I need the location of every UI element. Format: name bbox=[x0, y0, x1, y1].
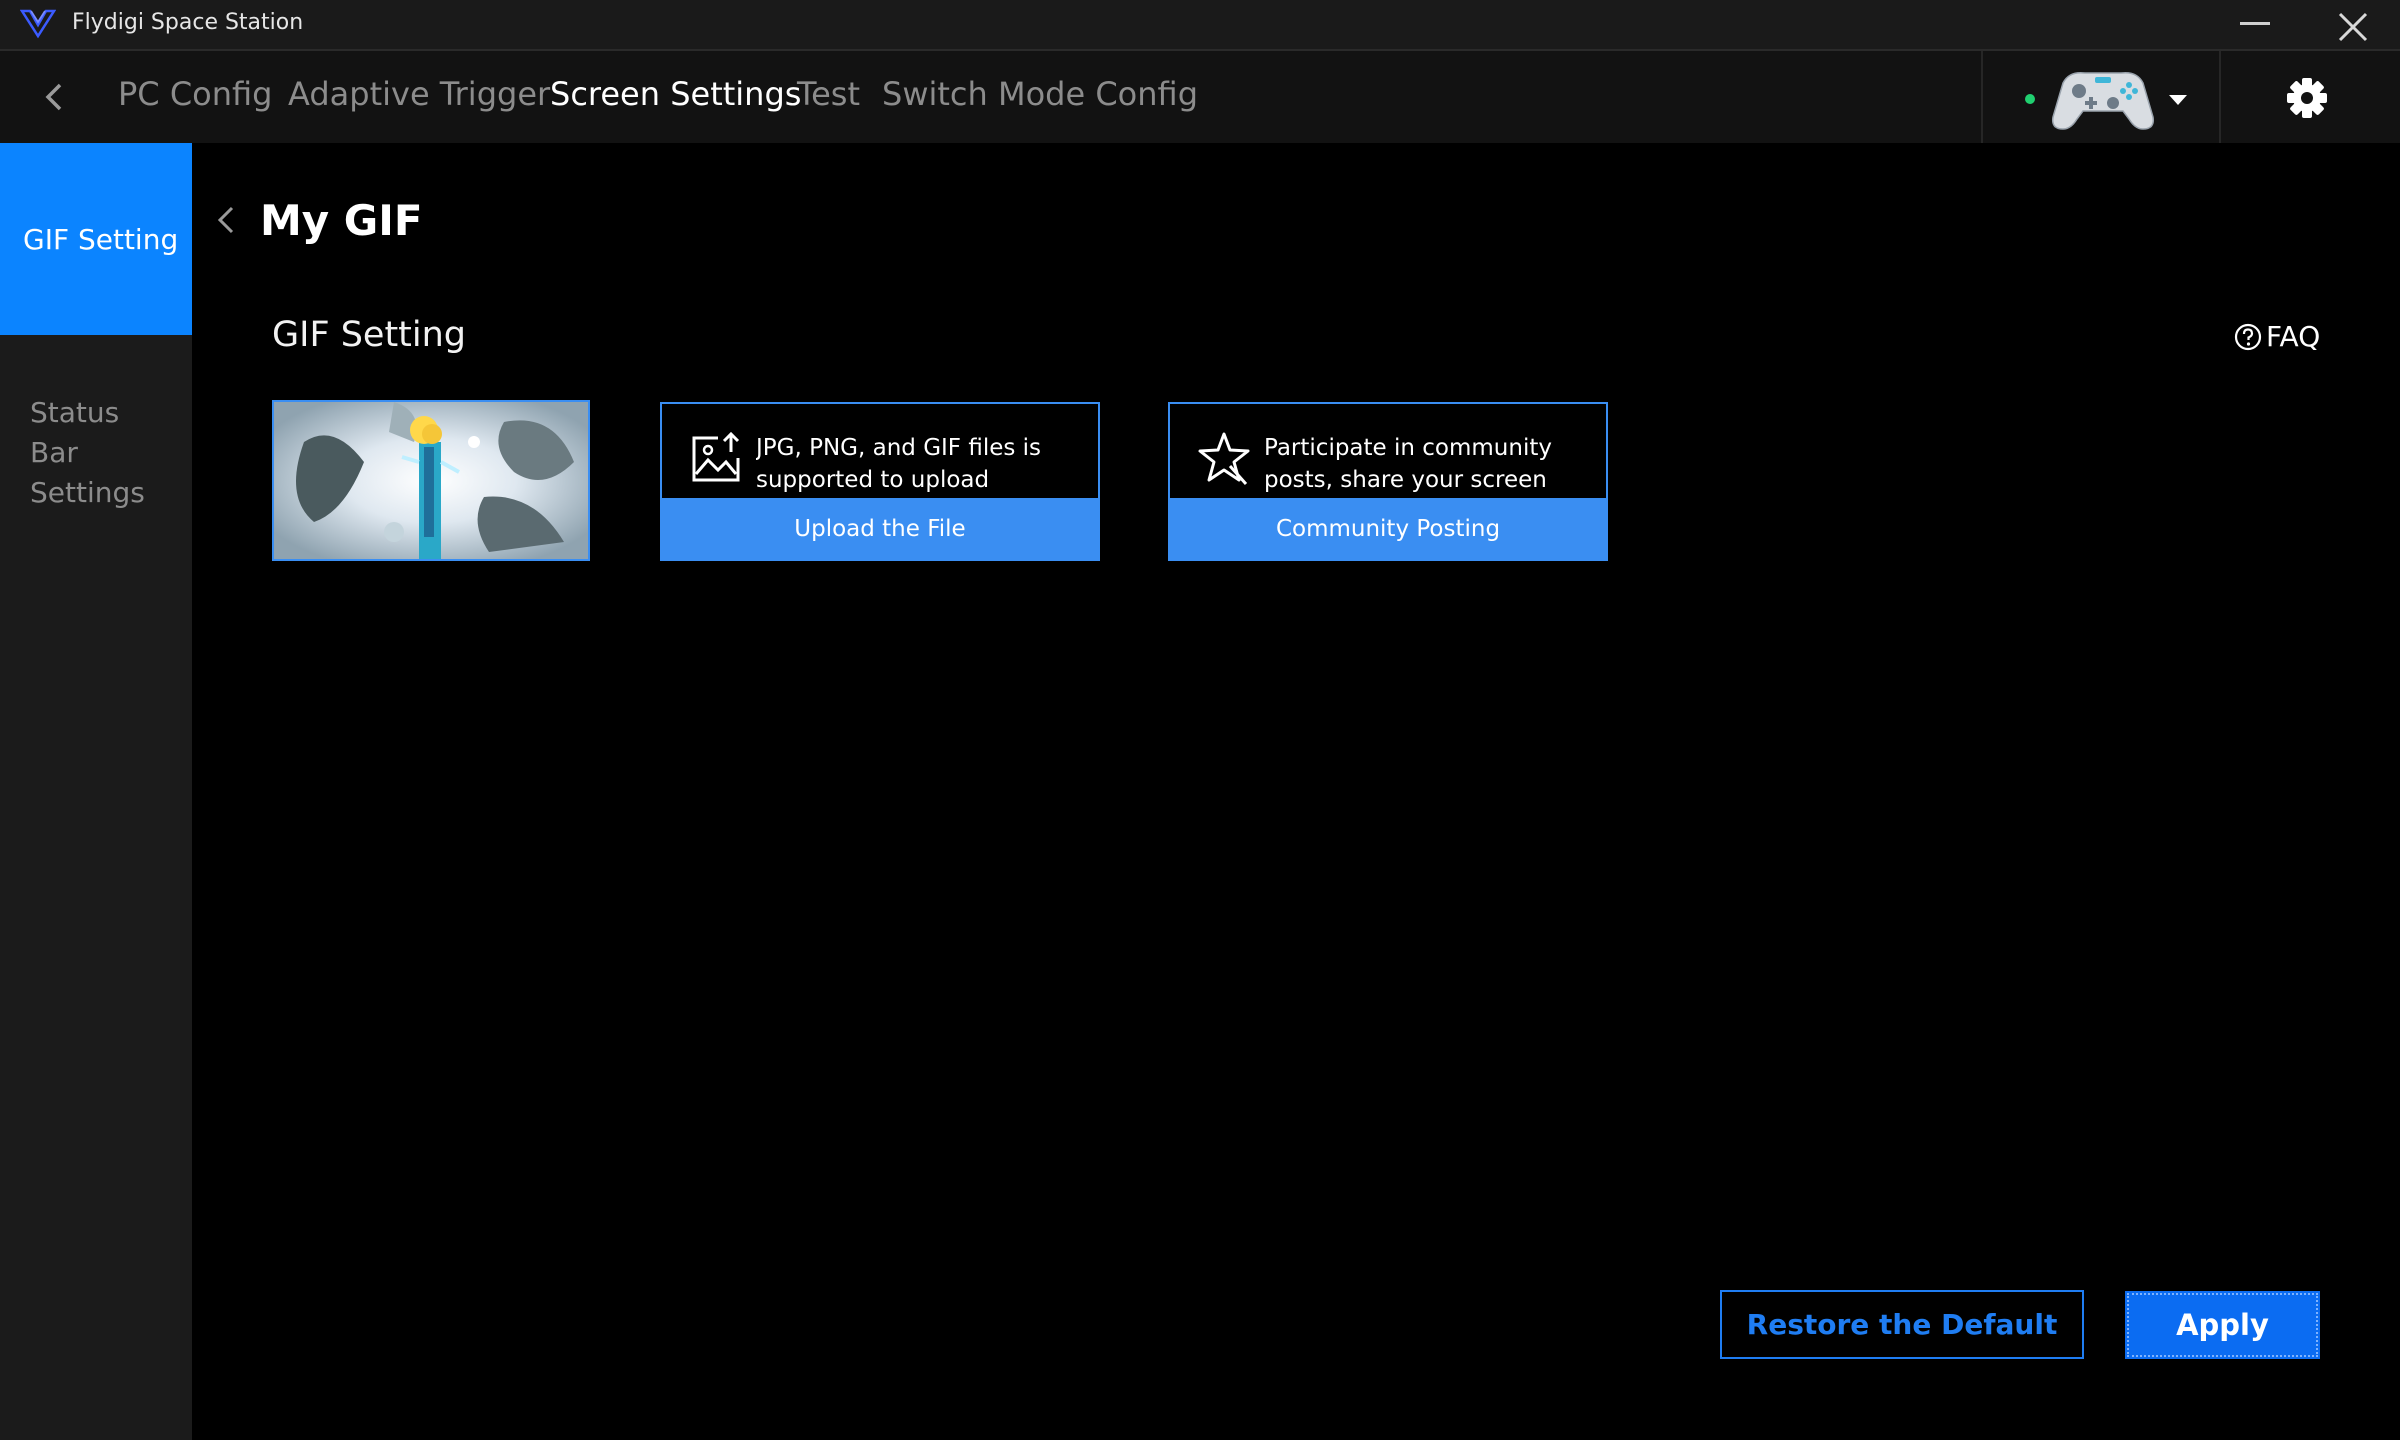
upload-card[interactable]: JPG, PNG, and GIF files is supported to … bbox=[660, 402, 1100, 561]
flydigi-logo-icon bbox=[20, 9, 56, 39]
window-title: Flydigi Space Station bbox=[72, 10, 304, 35]
sidebar-item-gif-setting[interactable]: GIF Setting bbox=[0, 143, 192, 335]
top-nav: PC Config Adaptive Trigger Screen Settin… bbox=[0, 51, 2400, 143]
upload-card-description: JPG, PNG, and GIF files is supported to … bbox=[756, 435, 1042, 493]
minimize-button[interactable] bbox=[2240, 22, 2270, 25]
gif-thumbnail[interactable] bbox=[272, 400, 590, 561]
sidebar: GIF Setting Status Bar Settings bbox=[0, 143, 192, 1440]
device-selector[interactable] bbox=[1981, 51, 2221, 143]
community-card[interactable]: Participate in community posts, share yo… bbox=[1168, 402, 1608, 561]
tab-pc-config[interactable]: PC Config bbox=[118, 75, 272, 113]
community-posting-button[interactable]: Community Posting bbox=[1170, 498, 1606, 559]
faq-label: FAQ bbox=[2266, 320, 2321, 353]
tab-adaptive-trigger[interactable]: Adaptive Trigger bbox=[288, 75, 550, 113]
faq-link[interactable]: FAQ bbox=[2234, 320, 2320, 353]
back-arrow-icon[interactable] bbox=[214, 202, 238, 238]
chevron-down-icon bbox=[2169, 95, 2187, 105]
sidebar-item-label: Status Bar Settings bbox=[30, 396, 145, 509]
gif-preview-image bbox=[274, 402, 588, 559]
tab-test[interactable]: Test bbox=[797, 75, 860, 113]
back-arrow-icon[interactable] bbox=[40, 77, 70, 117]
star-share-icon bbox=[1198, 432, 1250, 485]
help-circle-icon bbox=[2234, 323, 2262, 350]
tab-screen-settings[interactable]: Screen Settings bbox=[550, 75, 801, 113]
tab-switch-mode-config[interactable]: Switch Mode Config bbox=[882, 75, 1198, 113]
connection-status-dot bbox=[2025, 94, 2035, 104]
section-title: GIF Setting bbox=[272, 315, 467, 355]
sidebar-item-label: GIF Setting bbox=[23, 223, 179, 256]
page-title: My GIF bbox=[260, 196, 423, 245]
community-card-description: Participate in community posts, share yo… bbox=[1264, 435, 1552, 493]
gear-icon[interactable] bbox=[2280, 71, 2334, 125]
upload-file-button[interactable]: Upload the File bbox=[662, 498, 1098, 559]
image-upload-icon bbox=[692, 431, 740, 482]
title-bar: Flydigi Space Station bbox=[0, 0, 2400, 51]
close-icon[interactable] bbox=[2336, 12, 2370, 42]
controller-icon bbox=[2051, 71, 2155, 130]
sidebar-item-status-bar-settings[interactable]: Status Bar Settings bbox=[0, 393, 192, 509]
apply-button[interactable]: Apply bbox=[2125, 1291, 2320, 1359]
restore-default-button[interactable]: Restore the Default bbox=[1720, 1290, 2084, 1359]
